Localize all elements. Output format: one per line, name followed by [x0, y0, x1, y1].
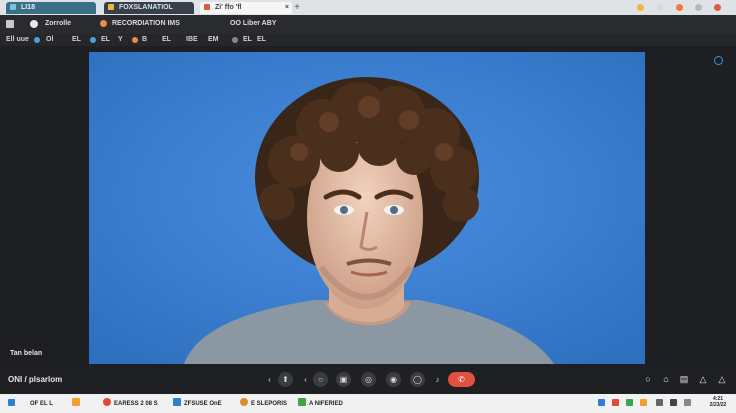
tab-label: LI18	[20, 4, 35, 11]
toolbar-item[interactable]: Zorrolle	[45, 20, 71, 27]
toolbar-item[interactable]: RECORDIATION IMS	[112, 20, 180, 27]
camera-icon[interactable]: ◎	[361, 372, 376, 387]
tab-3[interactable]: Zi' ffo 'fl ×	[200, 2, 292, 14]
taskbar-label: OF EL L	[30, 401, 53, 407]
info-icon[interactable]	[34, 37, 40, 43]
meeting-title: ONI / plsarlom	[8, 375, 63, 384]
plus-icon[interactable]: +	[292, 3, 302, 13]
header-item[interactable]: EM	[208, 34, 219, 46]
end-call-button[interactable]: ✆	[448, 372, 475, 387]
participant-name: Tan belan	[10, 350, 43, 357]
header-item[interactable]: EL	[162, 34, 171, 46]
header-item[interactable]: EL	[101, 34, 110, 46]
taskbar-item[interactable]: A NIFERIED	[298, 398, 343, 410]
browser-tab-bar: LI18 FOXSLANATIOL Zi' ffo 'fl × +	[0, 0, 736, 15]
taskbar-label: A NIFERIED	[309, 401, 343, 407]
header-item[interactable]: EL	[257, 34, 266, 46]
extension-icon[interactable]	[637, 4, 644, 11]
user-icon[interactable]	[90, 37, 96, 43]
tray-icon[interactable]	[626, 399, 633, 406]
prev-icon[interactable]: ‹	[262, 372, 277, 387]
screen-share-icon[interactable]: ◉	[386, 372, 401, 387]
profile-icon[interactable]	[657, 4, 664, 11]
music-icon[interactable]: ♪	[430, 372, 445, 387]
people-icon[interactable]: ⌂	[660, 373, 672, 385]
tab-favicon	[108, 4, 114, 10]
header-item[interactable]: Y	[118, 34, 123, 46]
wifi-icon[interactable]	[656, 399, 663, 406]
app-icon	[240, 398, 248, 406]
taskbar-label: ZFSUSE OnE	[184, 401, 222, 407]
header-item[interactable]: Ell uue	[6, 34, 29, 46]
record-icon[interactable]	[132, 37, 138, 43]
taskbar-item[interactable]: OF EL L	[30, 398, 53, 410]
extension-icon[interactable]	[676, 4, 683, 11]
close-icon[interactable]: ×	[285, 2, 289, 14]
taskbar-label: E SLEPORIS	[251, 401, 288, 407]
tab-1[interactable]: LI18	[6, 2, 96, 14]
tray-icon[interactable]	[612, 399, 619, 406]
app-icon	[298, 398, 306, 406]
battery-icon[interactable]	[684, 399, 691, 406]
minimize-icon[interactable]	[695, 4, 702, 11]
close-icon[interactable]	[714, 4, 721, 11]
header-item[interactable]: EL	[243, 34, 252, 46]
clock-date: 2/23/22	[709, 402, 727, 408]
tab-label: Zi' ffo 'fl	[214, 4, 242, 11]
start-icon[interactable]	[8, 399, 15, 406]
info-icon[interactable]	[714, 56, 723, 65]
taskbar-item[interactable]: EARESS 2 08 S	[103, 398, 158, 410]
folder-icon	[72, 398, 80, 406]
menu-icon[interactable]	[6, 20, 14, 28]
tab-label: FOXSLANATIOL	[118, 4, 173, 11]
chat-icon[interactable]: ▤	[678, 373, 690, 385]
tab-favicon	[204, 4, 210, 10]
taskbar-label: EARESS 2 08 S	[114, 401, 158, 407]
taskbar-clock[interactable]: 4:21 2/23/22	[703, 396, 733, 408]
info-icon[interactable]: ○	[642, 373, 654, 385]
tray-icon[interactable]	[598, 399, 605, 406]
pointer-icon[interactable]: ⬆	[278, 372, 293, 387]
reactions-icon[interactable]: ◯	[410, 372, 425, 387]
taskbar-item[interactable]	[72, 398, 83, 410]
prev-icon[interactable]: ‹	[298, 372, 313, 387]
back-icon[interactable]	[30, 20, 38, 28]
tab-2[interactable]: FOXSLANATIOL	[104, 2, 194, 14]
browser-icon	[103, 398, 111, 406]
mic-icon[interactable]: ▣	[336, 372, 351, 387]
participant-video	[89, 52, 645, 364]
more-icon[interactable]: ○	[313, 372, 328, 387]
header-item[interactable]: B	[142, 34, 147, 46]
header-item[interactable]: EL	[72, 34, 81, 46]
taskbar-item[interactable]: E SLEPORIS	[240, 398, 287, 410]
warning-icon[interactable]: △	[716, 373, 728, 385]
volume-icon[interactable]	[670, 399, 677, 406]
taskbar-item[interactable]: ZFSUSE OnE	[173, 398, 222, 410]
tray-icon[interactable]	[640, 399, 647, 406]
meeting-header: Ell uue Ol EL EL Y B EL IBE EM EL EL	[0, 34, 736, 46]
tab-favicon	[10, 4, 16, 10]
browser-toolbar: Zorrolle RECORDIATION IMS OO Liber ABY	[0, 15, 736, 34]
participant-portrait	[89, 52, 645, 364]
app-icon	[173, 398, 181, 406]
header-item[interactable]: Ol	[46, 34, 53, 46]
settings-icon[interactable]	[232, 37, 238, 43]
activities-icon[interactable]: △	[697, 373, 709, 385]
record-icon	[100, 20, 107, 27]
toolbar-item[interactable]: OO Liber ABY	[230, 20, 276, 27]
header-item[interactable]: IBE	[186, 34, 198, 46]
